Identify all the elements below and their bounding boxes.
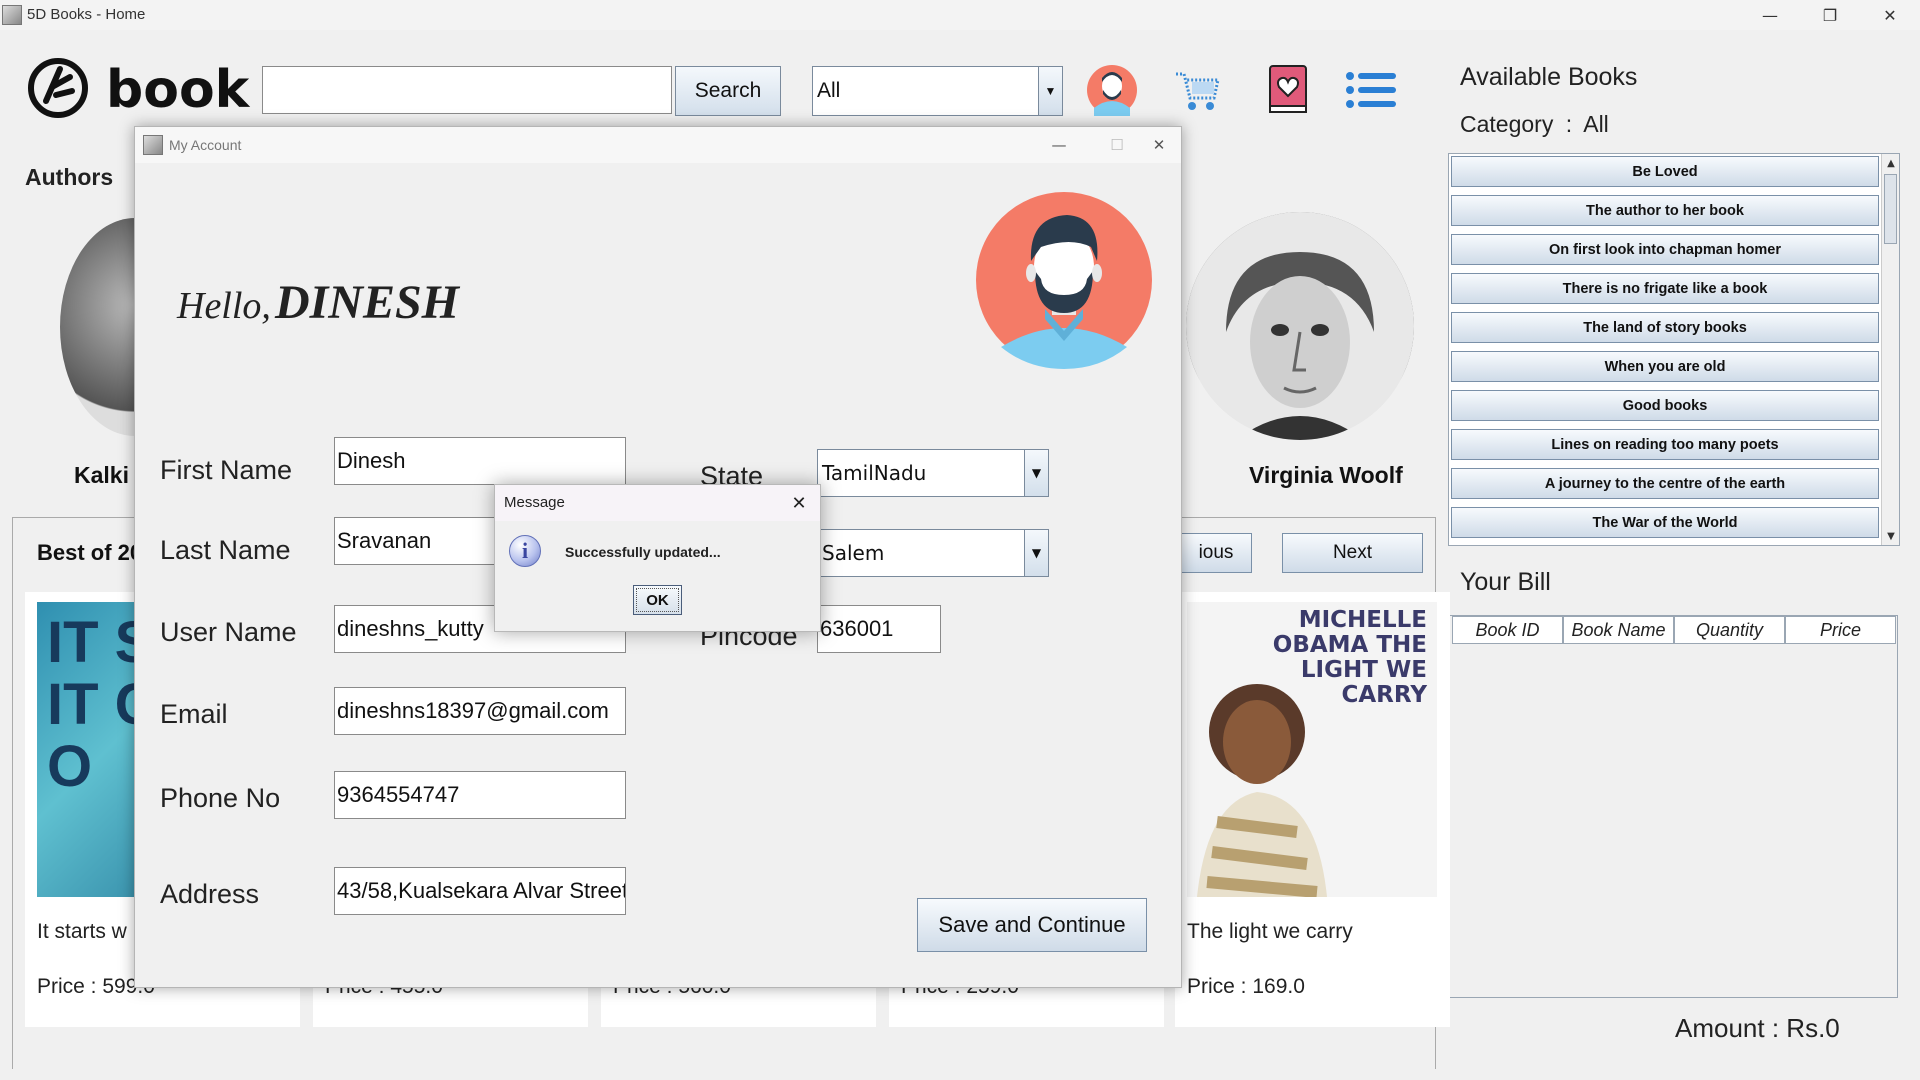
- info-icon: i: [509, 535, 541, 567]
- your-bill-title: Your Bill: [1460, 568, 1551, 596]
- book-cover: MICHELLE OBAMA THE LIGHT WE CARRY: [1187, 602, 1437, 897]
- close-button[interactable]: ✕: [1135, 127, 1183, 163]
- app-logo: book: [26, 55, 251, 120]
- authors-title: Authors: [25, 164, 114, 190]
- profile-avatar-icon[interactable]: [1086, 64, 1138, 116]
- menu-list-icon[interactable]: [1344, 64, 1396, 116]
- window-title: 5D Books - Home: [27, 6, 146, 23]
- category-label-text: Category: [1460, 111, 1554, 137]
- address-label: Address: [160, 879, 260, 909]
- bill-col-book-id[interactable]: Book ID: [1452, 616, 1563, 644]
- app-icon: [143, 135, 163, 155]
- book-card[interactable]: MICHELLE OBAMA THE LIGHT WE CARRY The li…: [1175, 592, 1450, 1027]
- bill-col-quantity[interactable]: Quantity: [1674, 616, 1785, 644]
- message-titlebar: Message ✕: [495, 485, 820, 521]
- book-item[interactable]: Good books: [1451, 390, 1879, 421]
- book-cover-text: MICHELLE OBAMA THE LIGHT WE CARRY: [1272, 607, 1427, 708]
- greeting-username: DINESH: [274, 276, 459, 329]
- minimize-button[interactable]: —: [1740, 0, 1800, 30]
- greeting: Hello, DINESH: [177, 275, 459, 330]
- chevron-down-icon[interactable]: ▼: [1024, 530, 1048, 576]
- book-item[interactable]: The author to her book: [1451, 195, 1879, 226]
- previous-button[interactable]: ious: [1180, 533, 1252, 573]
- book-item[interactable]: On first look into chapman homer: [1451, 234, 1879, 265]
- bill-col-price[interactable]: Price: [1785, 616, 1896, 644]
- next-button[interactable]: Next: [1282, 533, 1423, 573]
- pincode-field[interactable]: 636001: [817, 605, 941, 653]
- maximize-button[interactable]: ❐: [1800, 0, 1860, 30]
- first-name-field[interactable]: Dinesh: [334, 437, 626, 485]
- maximize-button[interactable]: ☐: [1093, 127, 1141, 163]
- minimize-button[interactable]: —: [1035, 127, 1083, 163]
- chevron-down-icon[interactable]: ▼: [1024, 450, 1048, 496]
- user-name-label: User Name: [160, 617, 297, 647]
- save-and-continue-button[interactable]: Save and Continue: [917, 898, 1147, 952]
- book-list-scrollbar[interactable]: ▲ ▼: [1881, 154, 1899, 545]
- book-item[interactable]: There is no frigate like a book: [1451, 273, 1879, 304]
- book-item[interactable]: A journey to the centre of the earth: [1451, 468, 1879, 499]
- search-input[interactable]: [262, 66, 672, 114]
- phone-field[interactable]: 9364554747: [334, 771, 626, 819]
- favourite-book-icon[interactable]: [1262, 64, 1314, 116]
- message-dialog: Message ✕ i Successfully updated... OK: [494, 484, 821, 632]
- bill-header: Book ID Book Name Quantity Price: [1452, 616, 1896, 644]
- city-select-value: Salem: [822, 541, 885, 565]
- bill-table: Book ID Book Name Quantity Price: [1448, 615, 1898, 998]
- author-name-virginia-woolf: Virginia Woolf: [1249, 462, 1403, 488]
- book-item[interactable]: Be Loved: [1451, 156, 1879, 187]
- available-books-list[interactable]: Be Loved The author to her book On first…: [1448, 153, 1900, 546]
- chevron-down-icon[interactable]: ▼: [1038, 67, 1062, 115]
- book-card-name: The light we carry: [1187, 920, 1353, 943]
- greeting-text: Hello,: [177, 285, 271, 327]
- ok-button[interactable]: OK: [633, 585, 682, 615]
- book-card-name: It starts w: [37, 920, 127, 943]
- message-title: Message: [504, 494, 565, 511]
- author-portrait-virginia-woolf[interactable]: [1186, 212, 1414, 440]
- state-select[interactable]: TamilNadu ▼: [817, 449, 1049, 497]
- scroll-up-icon[interactable]: ▲: [1882, 154, 1899, 172]
- last-name-label: Last Name: [160, 535, 291, 565]
- address-field[interactable]: 43/58,Kualsekara Alvar Street: [334, 867, 626, 915]
- close-button[interactable]: ✕: [1860, 0, 1920, 30]
- message-text: Successfully updated...: [565, 544, 721, 560]
- category-separator: :: [1565, 111, 1573, 137]
- email-label: Email: [160, 699, 228, 729]
- available-books-title: Available Books: [1460, 63, 1638, 91]
- profile-avatar[interactable]: [975, 191, 1153, 369]
- phone-label: Phone No: [160, 783, 281, 813]
- state-select-value: TamilNadu: [822, 461, 927, 485]
- main-titlebar: 5D Books - Home — ❐ ✕: [0, 0, 1920, 30]
- my-account-titlebar: My Account — ☐ ✕: [135, 127, 1181, 163]
- category-select-value: All: [817, 79, 841, 102]
- book-item[interactable]: The land of story books: [1451, 312, 1879, 343]
- book-item[interactable]: Lines on reading too many poets: [1451, 429, 1879, 460]
- bill-col-book-name[interactable]: Book Name: [1563, 616, 1674, 644]
- app-icon: [2, 5, 22, 25]
- scroll-down-icon[interactable]: ▼: [1882, 527, 1899, 545]
- first-name-label: First Name: [160, 455, 293, 485]
- amount-total: Amount : Rs.0: [1675, 1013, 1840, 1044]
- cart-icon[interactable]: [1172, 64, 1224, 116]
- author-name-kalki: Kalki: [74, 462, 129, 488]
- best-books-title: Best of 20: [37, 540, 143, 565]
- category-value: All: [1583, 111, 1609, 137]
- svg-text:book: book: [106, 60, 251, 120]
- scroll-thumb[interactable]: [1884, 174, 1897, 244]
- book-item[interactable]: When you are old: [1451, 351, 1879, 382]
- email-field[interactable]: dineshns18397@gmail.com: [334, 687, 626, 735]
- my-account-title: My Account: [169, 137, 242, 153]
- close-button[interactable]: ✕: [778, 485, 820, 521]
- book-card-price: Price : 169.0: [1187, 975, 1305, 998]
- category-select[interactable]: All ▼: [812, 66, 1063, 116]
- city-select[interactable]: Salem ▼: [817, 529, 1049, 577]
- amount-value: Rs.0: [1786, 1013, 1840, 1043]
- amount-label: Amount :: [1675, 1013, 1780, 1043]
- search-button[interactable]: Search: [675, 66, 781, 116]
- category-label: Category : All: [1460, 111, 1609, 138]
- book-item[interactable]: The War of the World: [1451, 507, 1879, 538]
